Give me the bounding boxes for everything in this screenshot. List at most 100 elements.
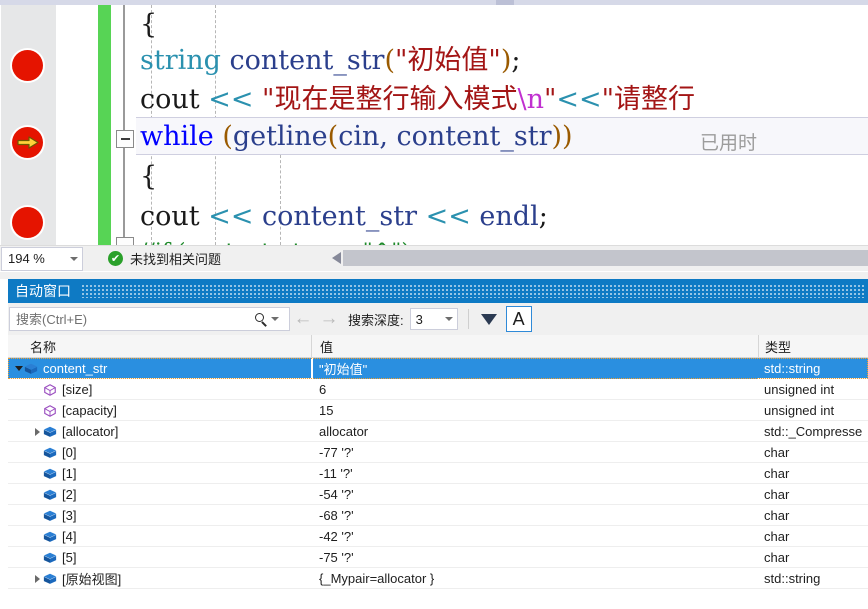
column-header-type[interactable]: 类型 xyxy=(758,335,868,358)
variables-grid[interactable]: content_str "初始值" std::string[size] 6 unsign… xyxy=(8,358,868,609)
cell-name[interactable]: [1] xyxy=(8,463,311,484)
cell-type: std::string xyxy=(764,361,821,376)
object-icon-wrap xyxy=(43,446,57,460)
scroll-thumb[interactable] xyxy=(343,250,868,266)
object-icon-wrap xyxy=(43,488,57,502)
cell-value[interactable]: -77 '?' xyxy=(311,442,758,463)
variable-name: [capacity] xyxy=(62,403,117,418)
autos-toolbar: ← → 搜索深度: 3 A xyxy=(8,303,868,341)
column-header-name[interactable]: 名称 xyxy=(8,335,311,358)
object-cube-icon xyxy=(43,426,57,437)
table-row[interactable]: [5] -75 '?' char xyxy=(8,547,868,568)
table-row[interactable]: [capacity] 15 unsigned int xyxy=(8,400,868,421)
expander-collapsed-icon[interactable] xyxy=(32,421,43,442)
variable-name: [4] xyxy=(62,529,77,544)
search-forward-button[interactable]: → xyxy=(316,306,342,332)
variable-name: [1] xyxy=(62,466,77,481)
field-hex-icon xyxy=(44,383,56,396)
cell-value[interactable]: "初始值" xyxy=(311,358,758,379)
table-row[interactable]: [allocator] allocator std::_Compresse xyxy=(8,421,868,442)
table-row[interactable]: [0] -77 '?' char xyxy=(8,442,868,463)
cell-name[interactable]: [0] xyxy=(8,442,311,463)
expander-placeholder xyxy=(32,400,43,421)
cell-name[interactable]: [capacity] xyxy=(8,400,311,421)
cell-name[interactable]: [size] xyxy=(8,379,311,400)
cell-name[interactable]: [3] xyxy=(8,505,311,526)
cell-name[interactable]: [原始视图] xyxy=(8,568,311,589)
cell-type: std::_Compresse xyxy=(764,424,863,439)
cell-type: char xyxy=(764,466,790,481)
table-row[interactable]: [2] -54 '?' char xyxy=(8,484,868,505)
search-depth-combobox[interactable]: 3 xyxy=(409,308,458,330)
cell-name[interactable]: [4] xyxy=(8,526,311,547)
zoom-level-combobox[interactable]: 194 % xyxy=(1,246,83,271)
code-line: cout << "现在是整行输入模式\n"<<"请整行 xyxy=(140,80,695,119)
variable-name: [2] xyxy=(62,487,77,502)
code-token: ; xyxy=(538,201,548,232)
field-hex-icon xyxy=(44,404,56,417)
expander-placeholder xyxy=(32,526,43,547)
code-line: //if (content_str == "^") xyxy=(140,233,410,245)
autos-title-bar[interactable]: 自动窗口 xyxy=(8,279,868,303)
object-cube-icon xyxy=(43,573,57,584)
cell-value[interactable]: -68 '?' xyxy=(311,505,758,526)
search-box[interactable] xyxy=(9,307,290,331)
object-cube-icon xyxy=(43,489,57,500)
code-token: { xyxy=(140,9,158,40)
table-row[interactable]: content_str "初始值" std::string xyxy=(8,358,868,379)
breakpoint-icon[interactable] xyxy=(12,50,43,81)
expander-placeholder xyxy=(32,505,43,526)
column-header-value[interactable]: 值 xyxy=(311,335,758,358)
panel-gap xyxy=(0,272,868,279)
breakpoint-icon[interactable] xyxy=(12,207,43,238)
hex-display-toggle-button[interactable]: A xyxy=(505,306,532,332)
cell-type: char xyxy=(764,445,790,460)
code-token: \n xyxy=(517,84,544,115)
expander-expanded-icon[interactable] xyxy=(13,358,24,379)
search-options-button[interactable] xyxy=(246,308,288,330)
search-input[interactable] xyxy=(10,310,246,328)
cell-value[interactable]: allocator xyxy=(311,421,758,442)
cell-name[interactable]: [allocator] xyxy=(8,421,311,442)
cell-name[interactable]: [5] xyxy=(8,547,311,568)
code-token: << xyxy=(425,201,471,232)
code-token: cout xyxy=(140,84,209,115)
object-icon-wrap xyxy=(24,362,38,376)
table-row[interactable]: [3] -68 '?' char xyxy=(8,505,868,526)
table-row[interactable]: [原始视图] {_Mypair=allocator } std::string xyxy=(8,568,868,589)
code-token: ( xyxy=(327,121,339,152)
codelens-elapsed-hint: 已用时 xyxy=(700,133,758,154)
table-row[interactable]: [size] 6 unsigned int xyxy=(8,379,868,400)
cell-value[interactable]: -75 '?' xyxy=(311,547,758,568)
cell-value[interactable]: -42 '?' xyxy=(311,526,758,547)
code-editor[interactable]: { string content_str("初始值"); cout << "现在… xyxy=(0,5,868,245)
scroll-left-arrow-icon[interactable] xyxy=(332,252,341,264)
variable-name: [allocator] xyxy=(62,424,119,439)
cell-value[interactable]: 15 xyxy=(311,400,758,421)
object-cube-icon xyxy=(43,552,57,563)
cell-value[interactable]: {_Mypair=allocator } xyxy=(311,568,758,589)
current-statement-breakpoint-icon[interactable] xyxy=(12,127,43,158)
table-row[interactable]: [1] -11 '?' char xyxy=(8,463,868,484)
search-back-button[interactable]: ← xyxy=(290,306,316,332)
cell-value[interactable]: -54 '?' xyxy=(311,484,758,505)
outline-collapse-toggle[interactable] xyxy=(116,130,134,148)
table-row[interactable]: [4] -42 '?' char xyxy=(8,526,868,547)
editor-horizontal-scrollbar[interactable] xyxy=(332,249,868,267)
expander-collapsed-icon[interactable] xyxy=(32,568,43,589)
filter-button[interactable] xyxy=(477,307,501,341)
code-text-area[interactable]: { string content_str("初始值"); cout << "现在… xyxy=(140,5,868,245)
object-icon-wrap xyxy=(43,530,57,544)
object-cube-icon xyxy=(43,468,57,479)
outline-collapse-toggle[interactable] xyxy=(116,237,134,245)
code-line: { xyxy=(140,157,157,196)
cell-value[interactable]: -11 '?' xyxy=(311,463,758,484)
code-token: ; xyxy=(511,45,521,76)
cell-name[interactable]: [2] xyxy=(8,484,311,505)
code-line: cout << content_str << endl; xyxy=(140,197,548,236)
code-token: while xyxy=(140,121,214,152)
drag-handle-dots[interactable] xyxy=(81,284,866,298)
cell-value[interactable]: 6 xyxy=(311,379,758,400)
code-token: "初始值" xyxy=(395,45,501,76)
cell-name[interactable]: content_str xyxy=(8,358,311,379)
